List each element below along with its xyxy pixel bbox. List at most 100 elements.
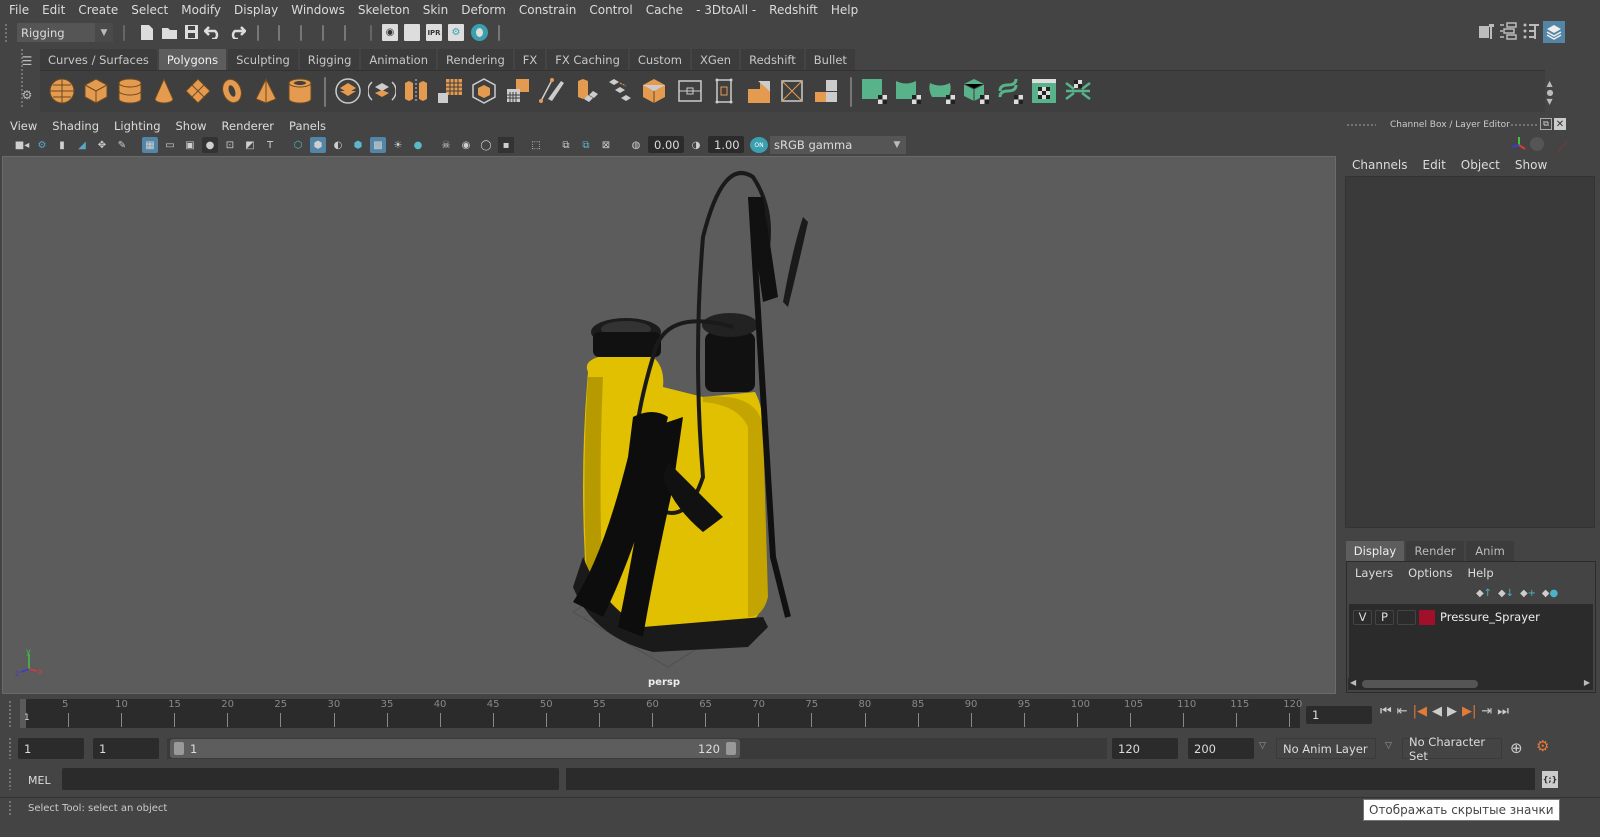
exposure-field[interactable]: 0.00 [648, 136, 684, 153]
2d-pan-zoom-icon[interactable]: ✥ [94, 137, 110, 153]
channel-box-area[interactable] [1345, 176, 1595, 528]
poly-cylinder-icon[interactable] [116, 77, 144, 105]
hypershade-icon[interactable] [471, 24, 488, 41]
new-layer-from-selection-icon[interactable]: ◆ ● [1541, 586, 1559, 600]
anti-aliasing-icon[interactable]: ◯ [478, 137, 494, 153]
script-editor-icon[interactable]: {;} [1542, 771, 1558, 788]
camera-attributes-icon[interactable]: ⚙ [34, 137, 50, 153]
menu-edit[interactable]: Edit [42, 3, 65, 17]
play-forwards-icon[interactable]: ▶ [1447, 704, 1457, 719]
menuset-dropdown[interactable]: Rigging ▼ [17, 23, 113, 42]
shelf-tab-animation[interactable]: Animation [361, 49, 437, 70]
safe-title-icon[interactable]: T [262, 137, 278, 153]
step-back-key-icon[interactable]: ⇤ [1397, 704, 1408, 719]
range-slider-bar[interactable]: 1 120 [170, 739, 740, 758]
unfold-uv-icon[interactable] [996, 77, 1024, 105]
menu-3dtoall[interactable]: - 3DtoAll - [696, 3, 756, 17]
menu-create[interactable]: Create [78, 3, 118, 17]
grease-pencil-icon[interactable]: ✎ [114, 137, 130, 153]
combine-icon[interactable] [334, 77, 362, 105]
channel-icon[interactable] [1530, 137, 1544, 151]
menu-select[interactable]: Select [131, 3, 168, 17]
collapsed-section[interactable] [498, 25, 500, 41]
spherical-uv-icon[interactable] [928, 77, 956, 105]
menu-redshift[interactable]: Redshift [769, 3, 818, 17]
poly-plane-icon[interactable] [184, 77, 212, 105]
film-gate-icon[interactable]: ▭ [162, 137, 178, 153]
collapsed-section[interactable] [278, 25, 280, 41]
play-backwards-icon[interactable]: ◀ [1432, 704, 1442, 719]
ipr-render-icon[interactable]: IPR [426, 24, 442, 41]
float-panel-icon[interactable]: ⧉ [1540, 118, 1552, 130]
shelf-tab-fx[interactable]: FX [514, 49, 546, 70]
layer-row[interactable]: V P Pressure_Sprayer [1353, 609, 1540, 625]
uv-editor-icon[interactable] [1030, 77, 1058, 105]
mirror-icon[interactable] [402, 77, 430, 105]
render-view-icon[interactable]: ◉ [382, 24, 398, 41]
menu-object[interactable]: Object [1461, 158, 1500, 172]
exposure-icon[interactable]: ◍ [628, 137, 644, 153]
resolution-gate-icon[interactable]: ▣ [182, 137, 198, 153]
layer-name[interactable]: Pressure_Sprayer [1440, 610, 1540, 624]
panel-drag-handle[interactable] [1346, 123, 1376, 127]
cmdline-drag-handle[interactable] [8, 768, 12, 790]
menu-constrain[interactable]: Constrain [519, 3, 577, 17]
visibility-toggle[interactable]: V [1353, 609, 1372, 625]
select-camera-icon[interactable]: ■◂ [14, 137, 30, 153]
grid-icon[interactable]: ▦ [142, 137, 158, 153]
playback-toggle[interactable]: P [1375, 609, 1394, 625]
panel-drag-handle[interactable] [1510, 123, 1538, 127]
playback-end-field[interactable]: 120 [1112, 738, 1178, 759]
collapsed-section[interactable] [322, 25, 324, 41]
character-set-chevron-icon[interactable]: ▽ [1385, 741, 1392, 751]
shelf-tab-bullet[interactable]: Bullet [805, 49, 855, 70]
shelf-tab-rendering[interactable]: Rendering [438, 49, 513, 70]
viewport-menu-lighting[interactable]: Lighting [114, 119, 160, 133]
scrollbar-thumb[interactable] [1362, 680, 1478, 688]
textured-icon[interactable]: ▩ [370, 137, 386, 153]
use-all-lights-icon[interactable]: ☀ [390, 137, 406, 153]
poly-pipe-icon[interactable] [286, 77, 314, 105]
planar-uv-icon[interactable] [860, 77, 888, 105]
menu-skin[interactable]: Skin [423, 3, 449, 17]
display-type-toggle[interactable] [1397, 609, 1416, 625]
attribute-editor-icon[interactable] [1499, 22, 1519, 40]
undo-icon[interactable] [204, 25, 222, 39]
range-start-handle[interactable] [174, 742, 184, 755]
animation-preferences-icon[interactable]: ⚙ [1536, 737, 1549, 755]
fill-hole-icon[interactable] [778, 77, 806, 105]
viewport-menu-panels[interactable]: Panels [289, 119, 326, 133]
menu-windows[interactable]: Windows [291, 3, 345, 17]
field-chart-icon[interactable]: ⊡ [222, 137, 238, 153]
poly-pyramid-icon[interactable] [252, 77, 280, 105]
go-to-start-icon[interactable]: ⏮ [1380, 704, 1392, 719]
step-forward-frame-icon[interactable]: ▶| [1462, 704, 1476, 719]
layer-color-swatch[interactable] [1419, 609, 1435, 625]
color-management-toggle[interactable]: ON [750, 137, 768, 153]
menu-cache[interactable]: Cache [646, 3, 683, 17]
menu-show[interactable]: Show [1515, 158, 1547, 172]
playback-start-field[interactable]: 1 [93, 738, 159, 759]
multi-cut-icon[interactable] [640, 77, 668, 105]
gamma-field[interactable]: 1.00 [708, 136, 744, 153]
bevel-icon[interactable] [538, 77, 566, 105]
shelf-tab-rigging[interactable]: Rigging [299, 49, 360, 70]
collapsed-section[interactable] [344, 25, 346, 41]
start-time-field[interactable]: 1 [18, 738, 84, 759]
wireframe-on-shaded-icon[interactable]: ⬢ [350, 137, 366, 153]
range-drag-handle[interactable] [8, 737, 12, 759]
range-end-handle[interactable] [726, 742, 736, 755]
shelf-tab-xgen[interactable]: XGen [691, 49, 740, 70]
save-scene-icon[interactable] [184, 24, 199, 40]
anim-layer-chevron-icon[interactable]: ▽ [1259, 741, 1266, 751]
auto-key-icon[interactable]: ⊕ [1510, 739, 1523, 757]
tab-render[interactable]: Render [1406, 541, 1464, 561]
collapsed-section[interactable] [300, 25, 302, 41]
current-frame-field[interactable]: 1 [1306, 706, 1372, 724]
move-layer-down-icon[interactable]: ◆ ↓ [1497, 586, 1515, 600]
menu-control[interactable]: Control [589, 3, 632, 17]
xray-icon[interactable]: ⧉ [558, 137, 574, 153]
end-time-field[interactable]: 200 [1188, 738, 1254, 759]
bridge-icon[interactable] [572, 77, 600, 105]
image-plane-icon[interactable]: ◢ [74, 137, 90, 153]
